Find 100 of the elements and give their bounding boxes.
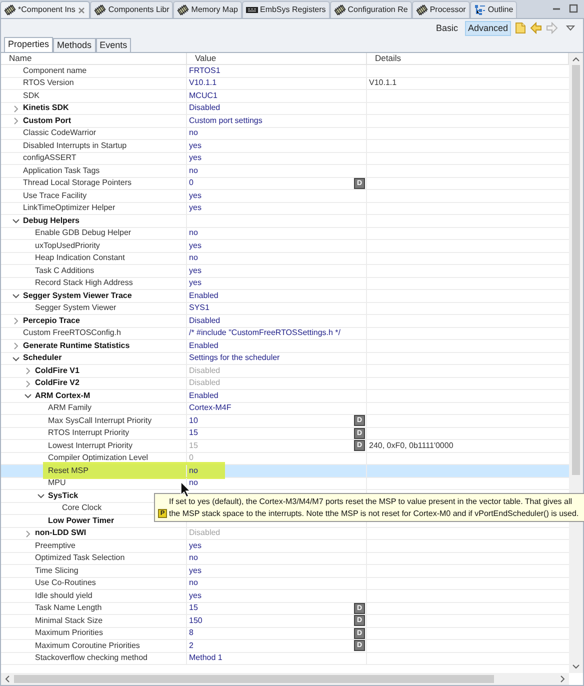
property-name: Custom Port [23, 114, 71, 127]
expand-chevron-icon[interactable] [12, 104, 20, 112]
property-name: Generate Runtime Statistics [23, 340, 130, 352]
property-value: Cortex-M4F [189, 402, 232, 414]
collapse-chevron-icon[interactable] [12, 292, 20, 300]
property-value: Disabled [189, 527, 220, 540]
property-value: 150 [189, 614, 202, 627]
tab[interactable]: Processor [412, 1, 470, 18]
dropdown-icon[interactable] [566, 24, 575, 32]
property-name: Record Stack High Address [35, 277, 133, 290]
property-name: Classic CodeWarrior [23, 127, 96, 140]
collapse-chevron-icon[interactable] [12, 354, 20, 362]
property-name: Compiler Optimization Level [48, 452, 148, 464]
property-name: Idle should yield [35, 590, 92, 602]
property-name: Reset MSP [48, 464, 88, 477]
collapse-chevron-icon[interactable] [24, 392, 32, 400]
scroll-right-icon[interactable] [560, 675, 566, 683]
collapse-chevron-icon[interactable] [12, 217, 20, 225]
scroll-up-icon[interactable] [572, 56, 580, 62]
property-name: Preemptive [35, 540, 76, 552]
property-value: Enabled [189, 390, 218, 402]
column-header[interactable]: Name [1, 53, 187, 64]
forward-arrow-icon[interactable] [546, 22, 558, 34]
property-name: MPU [48, 477, 66, 490]
property-name: Maximum Coroutine Priorities [35, 640, 140, 652]
property-value: no [189, 227, 198, 240]
property-name: SDK [23, 90, 40, 102]
close-icon[interactable] [77, 6, 86, 14]
tab[interactable]: Components Libr [90, 1, 174, 18]
property-name: LinkTimeOptimizer Helper [23, 202, 116, 214]
property-name: uxTopUsedPriority [35, 240, 100, 252]
property-value: yes [189, 277, 202, 290]
chip-icon [177, 4, 190, 16]
mode-button[interactable]: Advanced [464, 20, 511, 36]
tab[interactable]: Configuration Re [330, 1, 412, 18]
scrollbar-thumb[interactable] [14, 675, 494, 683]
note-icon[interactable] [515, 22, 526, 34]
property-name: Disabled Interrupts in Startup [23, 140, 127, 152]
property-name: Debug Helpers [23, 214, 80, 227]
sub-tab[interactable]: Methods [53, 38, 96, 52]
property-name: Task C Additions [35, 264, 94, 277]
property-value: Method 1 [189, 652, 222, 664]
property-name: Task Name Length [35, 602, 102, 614]
property-value: FRTOS1 [189, 64, 220, 77]
property-name: SysTick [48, 490, 78, 502]
chip-icon [334, 4, 346, 16]
property-details: V10.1.1 [369, 77, 397, 90]
property-name: Scheduler [23, 352, 62, 364]
property-name: Low Power Timer [48, 514, 114, 527]
property-value: yes [189, 564, 202, 577]
tab[interactable]: *Component Ins [0, 1, 90, 18]
property-value: yes [189, 152, 202, 164]
tab[interactable]: Outline [470, 1, 518, 18]
property-name: Minimal Stack Size [35, 614, 103, 627]
collapse-chevron-icon[interactable] [37, 492, 45, 500]
property-name: RTOS Version [23, 77, 74, 90]
tab[interactable]: EmbSys Registers [242, 1, 330, 18]
expand-chevron-icon[interactable] [12, 117, 20, 125]
property-name: Segger System Viewer [35, 302, 116, 314]
property-name: Kinetis SDK [23, 102, 69, 114]
chip-icon [4, 4, 16, 16]
property-value: Enabled [189, 290, 218, 302]
tab[interactable]: Memory Map [173, 1, 242, 18]
mode-button[interactable]: Basic [432, 20, 461, 36]
property-value: Custom port settings [189, 114, 262, 127]
sub-tab[interactable]: Events [96, 38, 132, 52]
property-name: Max SysCall Interrupt Priority [48, 414, 152, 427]
scroll-left-icon[interactable] [4, 675, 10, 683]
property-name: Component name [23, 64, 87, 77]
property-value: yes [189, 140, 202, 152]
property-name: ColdFire V1 [35, 364, 80, 377]
back-arrow-icon[interactable] [530, 22, 542, 34]
selected-row[interactable]: Reset MSP no [1, 465, 569, 478]
column-header[interactable]: Value [187, 53, 367, 64]
expand-chevron-icon[interactable] [12, 342, 20, 350]
property-value: 15 [189, 427, 198, 440]
expand-chevron-icon[interactable] [12, 317, 20, 325]
property-value: 8 [189, 627, 194, 640]
property-name: Use Trace Facility [23, 190, 87, 202]
property-value: SYS1 [189, 302, 210, 314]
register-icon [246, 4, 258, 16]
property-name: Use Co-Routines [35, 577, 96, 590]
scroll-down-icon[interactable] [572, 664, 580, 670]
property-value: 10 [189, 414, 198, 427]
property-value: Settings for the scheduler [189, 352, 280, 364]
property-value: Disabled [189, 102, 220, 114]
property-value: no [189, 252, 198, 264]
property-value: no [189, 552, 198, 564]
property-name: Optimized Task Selection [35, 552, 125, 564]
property-name: Maximum Priorities [35, 627, 104, 640]
scrollbar-thumb[interactable] [572, 65, 580, 475]
maximize-icon[interactable] [569, 4, 578, 13]
property-value: Enabled [189, 340, 218, 352]
outline-icon [474, 4, 486, 16]
sub-tab[interactable]: Properties [4, 37, 54, 52]
property-name: Heap Indication Constant [35, 252, 125, 264]
property-name: Percepio Trace [23, 314, 80, 327]
horizontal-scrollbar[interactable] [1, 673, 569, 685]
property-value: V10.1.1 [189, 77, 217, 90]
property-name: Enable GDB Debug Helper [35, 227, 132, 240]
